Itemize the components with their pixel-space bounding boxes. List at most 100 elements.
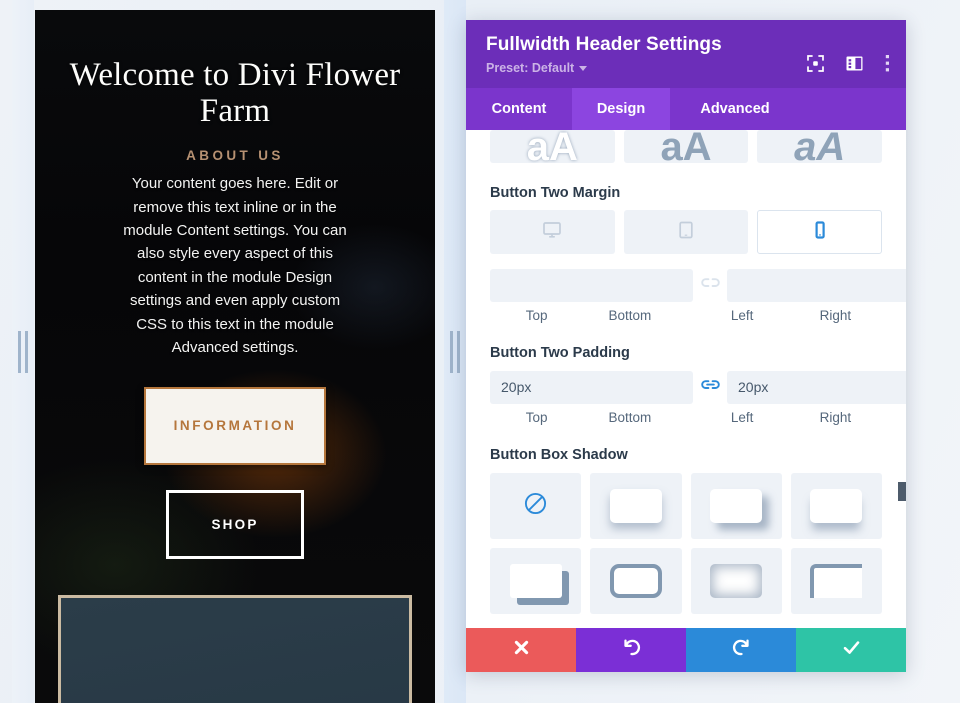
padding-right-label: Right <box>819 410 852 425</box>
shadow-swatch <box>710 564 763 598</box>
shop-button[interactable]: SHOP <box>166 489 304 560</box>
box-shadow-preset-corner-top-left[interactable] <box>790 548 882 614</box>
text-style-option[interactable]: aA <box>490 130 615 163</box>
margin-device-toggle <box>490 210 883 254</box>
shadow-swatch <box>810 564 863 598</box>
box-shadow-preset-offset-bottom-right[interactable] <box>690 473 782 539</box>
padding-bottom-input[interactable] <box>727 370 906 404</box>
padding-top-input[interactable] <box>490 370 693 404</box>
redo-button[interactable] <box>686 628 796 672</box>
chevron-down-icon <box>579 65 588 71</box>
box-shadow-preset-soft-bottom[interactable] <box>590 473 682 539</box>
text-style-options-row: aA aA aA <box>490 130 882 163</box>
padding-left-label: Left <box>730 410 754 425</box>
handle-bar <box>450 330 453 373</box>
tab-content[interactable]: Content <box>466 88 572 130</box>
box-shadow-preset-inner-glow[interactable] <box>690 548 782 614</box>
preview-resize-handle-left[interactable] <box>12 0 34 703</box>
box-shadow-preset-outline[interactable] <box>590 548 682 614</box>
margin-bottom-input[interactable] <box>727 268 906 302</box>
redo-icon <box>732 638 751 662</box>
margin-field-labels: Top Bottom Left Right <box>490 308 882 323</box>
text-style-option[interactable]: aA <box>757 130 882 163</box>
header-title: Welcome to Divi Flower Farm <box>69 57 401 129</box>
padding-inputs-row <box>490 370 906 404</box>
header-buttons: INFORMATION SHOP <box>61 387 409 560</box>
box-shadow-preset-hard-offset[interactable] <box>490 548 582 614</box>
modal-header-actions <box>807 54 890 78</box>
close-settings-button[interactable] <box>466 628 576 672</box>
shadow-swatch <box>609 564 662 598</box>
panel-layout-icon[interactable] <box>846 55 863 77</box>
modal-footer-actions <box>466 628 906 672</box>
tab-advanced[interactable]: Advanced <box>670 88 800 130</box>
check-icon <box>841 637 862 663</box>
box-shadow-preset-grid <box>490 473 882 614</box>
header-eyebrow: ABOUT US <box>186 148 284 164</box>
padding-horizontal-labels: Left Right <box>696 410 883 425</box>
button-two-margin-label: Button Two Margin <box>490 185 621 201</box>
button-box-shadow-label: Button Box Shadow <box>490 447 628 463</box>
margin-bottom-label: Bottom <box>608 308 652 323</box>
labels-spacer <box>677 308 696 323</box>
tab-design[interactable]: Design <box>572 88 670 130</box>
margin-vertical-labels: Top Bottom <box>490 308 677 323</box>
margin-top-label: Top <box>525 308 548 323</box>
button-two-padding-label: Button Two Padding <box>490 345 630 361</box>
header-image-frame <box>58 595 412 703</box>
module-settings-modal: Fullwidth Header Settings Preset: Defaul… <box>466 20 906 672</box>
box-shadow-preset-none[interactable] <box>490 473 582 539</box>
page-preview: Welcome to Divi Flower Farm ABOUT US You… <box>35 10 435 703</box>
preset-label: Preset: Default <box>486 61 575 75</box>
preset-selector[interactable]: Preset: Default <box>486 61 588 75</box>
more-options-icon[interactable] <box>885 54 890 78</box>
settings-scrollbar[interactable] <box>898 130 906 628</box>
app-root: Welcome to Divi Flower Farm ABOUT US You… <box>0 0 960 703</box>
save-button[interactable] <box>796 628 906 672</box>
margin-inputs-row <box>490 268 906 302</box>
settings-tabs: Content Design Advanced <box>466 88 906 130</box>
padding-top-label: Top <box>525 410 548 425</box>
margin-left-label: Left <box>730 308 754 323</box>
phone-icon <box>811 220 829 244</box>
shadow-swatch <box>609 489 662 523</box>
shadow-swatch <box>509 564 562 598</box>
scrollbar-thumb[interactable] <box>898 482 906 501</box>
fullwidth-header-module[interactable]: Welcome to Divi Flower Farm ABOUT US You… <box>35 10 435 560</box>
modal-header: Fullwidth Header Settings Preset: Defaul… <box>466 20 906 88</box>
margin-top-input[interactable] <box>490 268 693 302</box>
settings-scroll-content: aA aA aA Button Two Margin Top Bottom Le… <box>466 130 906 614</box>
margin-horizontal-labels: Left Right <box>696 308 883 323</box>
no-shadow-icon <box>523 491 548 521</box>
handle-bar <box>25 330 28 373</box>
handle-bar <box>18 330 21 373</box>
undo-button[interactable] <box>576 628 686 672</box>
box-shadow-preset-large-bottom[interactable] <box>790 473 882 539</box>
preview-resize-handle-right[interactable] <box>444 0 466 703</box>
device-tablet-button[interactable] <box>623 210 749 254</box>
padding-bottom-label: Bottom <box>608 410 652 425</box>
header-body-text: Your content goes here. Edit or remove t… <box>123 175 347 356</box>
device-desktop-button[interactable] <box>490 210 615 254</box>
text-style-option[interactable]: aA <box>623 130 749 163</box>
undo-icon <box>622 638 641 662</box>
shadow-swatch <box>810 489 863 523</box>
shadow-swatch <box>710 489 763 523</box>
handle-bar <box>457 330 460 373</box>
labels-spacer <box>677 410 696 425</box>
information-button[interactable]: INFORMATION <box>143 387 327 465</box>
link-connected-icon[interactable] <box>693 378 727 397</box>
link-broken-icon[interactable] <box>693 276 727 295</box>
modal-title: Fullwidth Header Settings <box>486 34 722 55</box>
flower-photo <box>61 598 409 703</box>
margin-vertical-group <box>490 268 906 302</box>
padding-field-labels: Top Bottom Left Right <box>490 410 882 425</box>
tablet-icon <box>677 221 695 244</box>
settings-panel: aA aA aA Button Two Margin Top Bottom Le… <box>466 130 906 628</box>
focus-target-icon[interactable] <box>807 55 824 77</box>
padding-vertical-group <box>490 370 906 404</box>
margin-right-label: Right <box>819 308 852 323</box>
x-icon <box>513 639 530 661</box>
padding-vertical-labels: Top Bottom <box>490 410 677 425</box>
device-phone-button[interactable] <box>757 210 883 254</box>
